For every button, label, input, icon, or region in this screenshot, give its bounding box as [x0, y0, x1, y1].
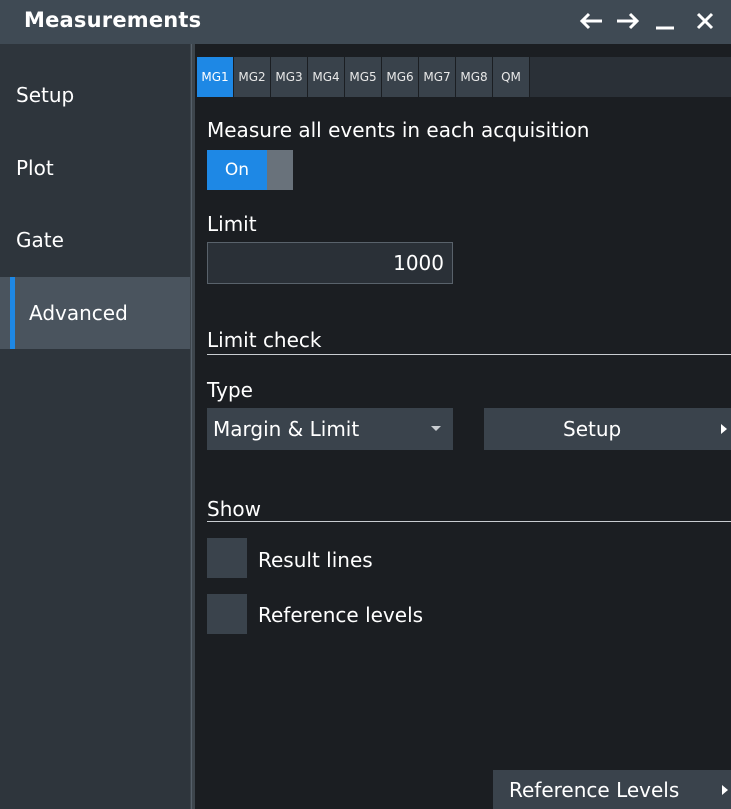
tab-mg6[interactable]: MG6 — [382, 57, 418, 97]
sidebar-item-advanced[interactable]: Advanced — [0, 277, 190, 349]
tab-mg3[interactable]: MG3 — [271, 57, 307, 97]
limit-input[interactable]: 1000 — [207, 242, 453, 284]
limit-value: 1000 — [393, 251, 444, 275]
setup-button[interactable]: Setup — [484, 408, 731, 450]
minimize-button[interactable] — [646, 4, 684, 38]
tab-mg5[interactable]: MG5 — [345, 57, 381, 97]
arrow-right-icon — [722, 784, 728, 795]
reference-levels-checkbox[interactable] — [207, 594, 247, 634]
window-title: Measurements — [24, 8, 202, 32]
sidebar-item-label: Setup — [16, 83, 75, 107]
close-button[interactable] — [686, 4, 724, 38]
tab-mg8[interactable]: MG8 — [456, 57, 492, 97]
sidebar-item-label: Advanced — [29, 301, 128, 325]
toggle-knob — [267, 150, 293, 190]
chevron-down-icon — [431, 426, 441, 431]
sidebar-item-label: Gate — [16, 228, 64, 252]
limit-label: Limit — [207, 212, 257, 236]
title-bar: Measurements — [0, 0, 731, 44]
toggle-state-label: On — [207, 150, 267, 190]
limit-check-divider — [207, 354, 731, 355]
limit-check-heading: Limit check — [207, 328, 322, 352]
arrow-left-icon — [579, 12, 602, 30]
sidebar: Setup Plot Gate Advanced — [0, 44, 190, 809]
reference-levels-button[interactable]: Reference Levels — [493, 770, 731, 809]
tabs-filler — [530, 57, 731, 97]
sidebar-item-label: Plot — [16, 156, 54, 180]
arrow-right-icon — [721, 424, 727, 434]
arrow-right-icon — [617, 12, 640, 30]
tab-qm[interactable]: QM — [493, 57, 529, 97]
close-icon — [696, 12, 714, 30]
sidebar-item-plot[interactable]: Plot — [0, 133, 190, 203]
setup-button-label: Setup — [563, 417, 622, 441]
minimize-icon — [656, 26, 674, 30]
type-label: Type — [207, 378, 253, 402]
tab-mg1[interactable]: MG1 — [197, 57, 233, 97]
measurement-group-tabs: MG1 MG2 MG3 MG4 MG5 MG6 MG7 MG8 QM — [197, 57, 731, 97]
reference-levels-label: Reference levels — [258, 603, 424, 627]
sidebar-item-setup[interactable]: Setup — [0, 60, 190, 130]
select-value: Margin & Limit — [213, 417, 360, 441]
panel-divider[interactable] — [190, 44, 195, 809]
tab-mg2[interactable]: MG2 — [234, 57, 270, 97]
measure-all-toggle[interactable]: On — [207, 150, 293, 190]
forward-arrow-button[interactable] — [609, 4, 647, 38]
show-divider — [207, 521, 731, 522]
sidebar-item-gate[interactable]: Gate — [0, 205, 190, 275]
active-indicator — [10, 277, 15, 349]
back-arrow-button[interactable] — [572, 4, 610, 38]
tab-mg4[interactable]: MG4 — [308, 57, 344, 97]
limit-type-select[interactable]: Margin & Limit — [207, 408, 453, 450]
reference-levels-button-label: Reference Levels — [509, 777, 680, 802]
show-heading: Show — [207, 497, 261, 521]
tab-mg7[interactable]: MG7 — [419, 57, 455, 97]
result-lines-checkbox[interactable] — [207, 538, 247, 578]
measure-all-label: Measure all events in each acquisition — [207, 118, 590, 142]
result-lines-label: Result lines — [258, 548, 373, 572]
